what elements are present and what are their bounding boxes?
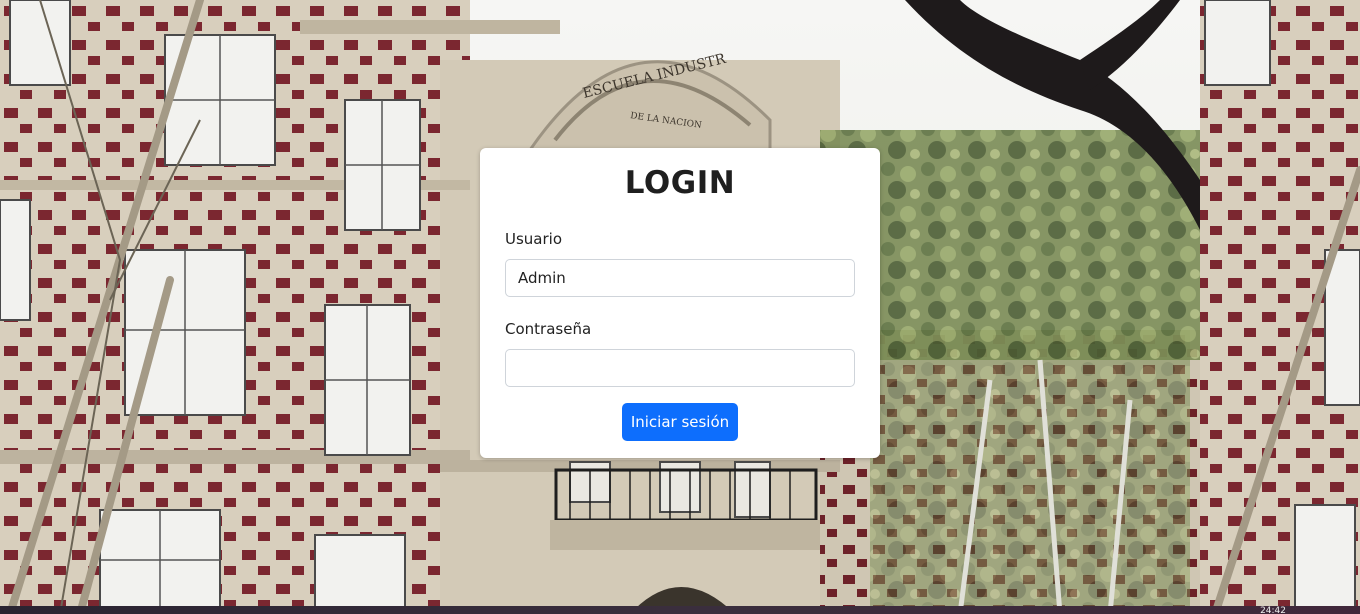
- login-card: LOGIN Usuario Contraseña Iniciar sesión: [480, 148, 880, 458]
- password-label: Contraseña: [505, 320, 592, 338]
- taskbar: 24:42: [0, 606, 1360, 614]
- username-label: Usuario: [505, 230, 563, 248]
- password-input[interactable]: [505, 349, 855, 387]
- username-input[interactable]: [505, 259, 855, 297]
- login-page: ESCUELA INDUSTR DE LA NACION LOGIN Usuar…: [0, 0, 1360, 614]
- login-title: LOGIN: [624, 165, 736, 201]
- login-button[interactable]: Iniciar sesión: [622, 403, 738, 441]
- taskbar-clock: 24:42: [1260, 606, 1286, 614]
